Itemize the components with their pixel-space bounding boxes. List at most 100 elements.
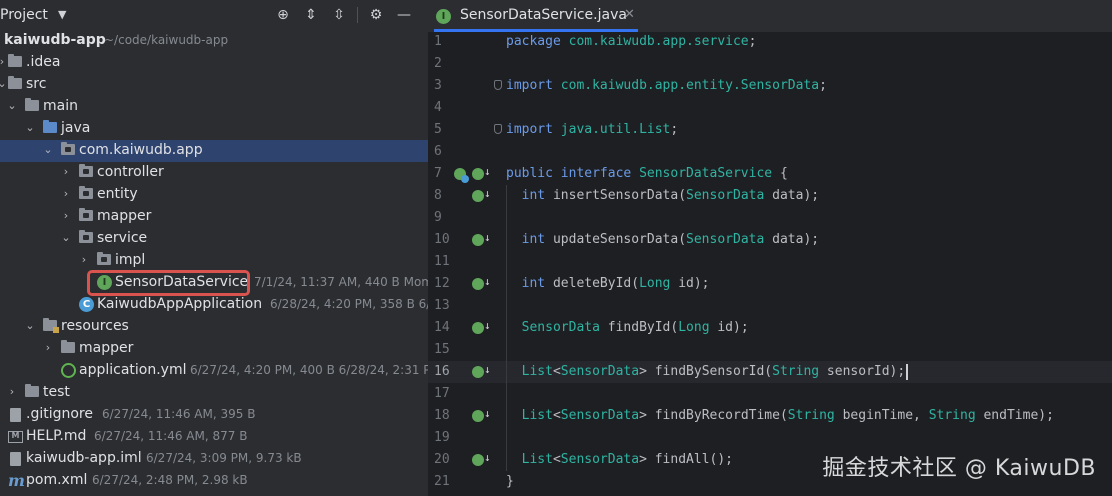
- chevron-right-icon[interactable]: ›: [60, 187, 72, 201]
- code-line[interactable]: 18 List<SensorData> findByRecordTime(Str…: [428, 405, 1112, 427]
- project-panel: Project ▼ ⊕ ⇕ ⇳ ⚙ — kaiwudb-app ~/code/k…: [0, 0, 428, 496]
- chevron-right-icon[interactable]: ›: [42, 341, 54, 355]
- code-line[interactable]: 16 List<SensorData> findBySensorId(Strin…: [428, 361, 1112, 383]
- code-token: SensorData: [686, 188, 765, 203]
- chevron-right-icon[interactable]: ›: [78, 253, 90, 267]
- chevron-right-icon[interactable]: ›: [6, 385, 18, 399]
- code-line[interactable]: 15: [428, 339, 1112, 361]
- tree-item-entity[interactable]: › entity: [0, 184, 428, 206]
- code-line[interactable]: 14 SensorData findById(Long id);: [428, 317, 1112, 339]
- toolbar-divider: [357, 7, 358, 23]
- tree-item-application-yml[interactable]: application.yml 6/27/24, 4:20 PM, 400 B …: [0, 360, 428, 382]
- chevron-down-icon[interactable]: ⌄: [6, 99, 18, 113]
- tree-item-help-md[interactable]: M HELP.md 6/27/24, 11:46 AM, 877 B: [0, 426, 428, 448]
- tree-item-mapper[interactable]: › mapper: [0, 206, 428, 228]
- chevron-right-icon[interactable]: ›: [60, 165, 72, 179]
- code-area[interactable]: 1 package com.kaiwudb.app.service; 2 3 impor…: [428, 31, 1112, 493]
- code-line[interactable]: 6: [428, 141, 1112, 163]
- fold-marker-icon[interactable]: [494, 80, 502, 90]
- code-token: SensorData: [560, 408, 640, 423]
- package-icon: [79, 208, 93, 221]
- code-line[interactable]: 19: [428, 427, 1112, 449]
- code-line[interactable]: 9: [428, 207, 1112, 229]
- code-line[interactable]: 7 public interface SensorDataService {: [428, 163, 1112, 185]
- module-file-icon: [10, 452, 21, 466]
- spring-bean-icon[interactable]: [454, 168, 469, 183]
- code-token: Long: [639, 276, 671, 291]
- implemented-method-icon[interactable]: [472, 231, 491, 246]
- chevron-right-icon[interactable]: ›: [0, 55, 8, 69]
- code-line[interactable]: 8 int insertSensorData(SensorData data);: [428, 185, 1112, 207]
- tree-item-impl[interactable]: › impl: [0, 250, 428, 272]
- chevron-down-icon[interactable]: ⌄: [24, 121, 36, 135]
- code-line[interactable]: 3 import com.kaiwudb.app.entity.SensorDat…: [428, 75, 1112, 97]
- implemented-method-icon[interactable]: [472, 275, 491, 290]
- tree-item-kaiwudb-app[interactable]: kaiwudb-app ~/code/kaiwudb-app: [0, 30, 428, 52]
- code-token: deleteById(: [552, 276, 640, 291]
- code-token: List: [521, 408, 553, 423]
- tree-item-gitignore[interactable]: .gitignore 6/27/24, 11:46 AM, 395 B: [0, 404, 428, 426]
- code-line[interactable]: 17: [428, 383, 1112, 405]
- watermark: 掘金技术社区 @ KaiwuDB: [822, 456, 1096, 481]
- chevron-down-icon[interactable]: ⌄: [0, 77, 8, 91]
- code-line[interactable]: 10 int updateSensorData(SensorData data)…: [428, 229, 1112, 251]
- code-line[interactable]: 5 import java.util.List;: [428, 119, 1112, 141]
- ide-window: Project ▼ ⊕ ⇕ ⇳ ⚙ — kaiwudb-app ~/code/k…: [0, 0, 1112, 496]
- code-line[interactable]: 4: [428, 97, 1112, 119]
- code-line[interactable]: 2: [428, 53, 1112, 75]
- code-line[interactable]: 12 int deleteById(Long id);: [428, 273, 1112, 295]
- locate-file-icon[interactable]: ⊕: [275, 7, 291, 23]
- tree-item-main[interactable]: ⌄ main: [0, 96, 428, 118]
- chevron-down-icon[interactable]: ⌄: [42, 143, 54, 157]
- project-panel-title[interactable]: Project: [0, 7, 48, 23]
- code-token: id);: [709, 320, 749, 335]
- expand-all-icon[interactable]: ⇕: [303, 7, 319, 23]
- code-line[interactable]: 1 package com.kaiwudb.app.service;: [428, 31, 1112, 53]
- collapse-all-icon[interactable]: ⇳: [331, 7, 347, 23]
- interface-icon: I: [436, 9, 451, 24]
- implemented-interface-icon[interactable]: [472, 165, 491, 180]
- tree-item-controller[interactable]: › controller: [0, 162, 428, 184]
- tree-item-package[interactable]: ⌄ com.kaiwudb.app: [0, 140, 428, 162]
- code-token: List: [521, 452, 553, 467]
- project-tree: kaiwudb-app ~/code/kaiwudb-app › .idea ⌄…: [0, 30, 428, 492]
- hide-icon[interactable]: —: [396, 7, 412, 23]
- chevron-right-icon[interactable]: ›: [60, 209, 72, 223]
- highlight-annotation-box: [87, 270, 250, 296]
- tree-item-label: KaiwudbAppApplication: [97, 296, 263, 312]
- tree-item-iml[interactable]: kaiwudb-app.iml 6/27/24, 3:09 PM, 9.73 k…: [0, 448, 428, 470]
- chevron-down-icon[interactable]: ⌄: [24, 319, 36, 333]
- implemented-method-icon[interactable]: [472, 363, 491, 378]
- tree-item-label: application.yml: [79, 362, 187, 378]
- tree-item-resources[interactable]: ⌄ resources: [0, 316, 428, 338]
- gear-icon[interactable]: ⚙: [368, 7, 384, 23]
- code-token: data);: [764, 232, 820, 247]
- implemented-method-icon[interactable]: [472, 319, 491, 334]
- tree-item-kaiwudbappapplication[interactable]: C KaiwudbAppApplication 6/28/24, 4:20 PM…: [0, 294, 428, 316]
- implemented-method-icon[interactable]: [472, 187, 491, 202]
- editor-tab-sensordataservice[interactable]: I SensorDataService.java ✕: [434, 0, 638, 32]
- tree-item-service[interactable]: ⌄ service: [0, 228, 428, 250]
- tree-item-src[interactable]: ⌄ src: [0, 74, 428, 96]
- implemented-method-icon[interactable]: [472, 407, 491, 422]
- chevron-down-icon[interactable]: ▼: [58, 8, 66, 21]
- file-icon: [10, 408, 21, 422]
- source-folder-icon: [43, 120, 57, 133]
- tree-item-test[interactable]: › test: [0, 382, 428, 404]
- chevron-down-icon[interactable]: ⌄: [60, 231, 72, 245]
- tree-item-label: mapper: [79, 340, 134, 356]
- line-number: 21: [434, 474, 450, 489]
- tree-item-resources-mapper[interactable]: › mapper: [0, 338, 428, 360]
- tree-item-idea[interactable]: › .idea: [0, 52, 428, 74]
- close-icon[interactable]: ✕: [624, 7, 635, 22]
- code-line[interactable]: 11: [428, 251, 1112, 273]
- tree-item-pom-xml[interactable]: m pom.xml 6/27/24, 2:48 PM, 2.98 kB: [0, 470, 428, 492]
- line-number: 20: [434, 452, 450, 467]
- code-token: com.kaiwudb.app.service: [568, 34, 749, 49]
- tree-item-java[interactable]: ⌄ java: [0, 118, 428, 140]
- implemented-method-icon[interactable]: [472, 451, 491, 466]
- code-line[interactable]: 13: [428, 295, 1112, 317]
- fold-marker-icon[interactable]: [494, 124, 502, 134]
